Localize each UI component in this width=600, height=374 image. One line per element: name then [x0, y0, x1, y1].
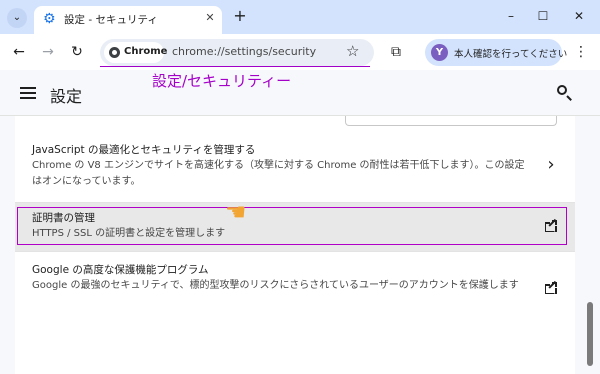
annotation-caption: 設定/セキュリティー [152, 72, 292, 90]
menu-icon[interactable] [20, 86, 36, 100]
settings-header: 設定 [0, 70, 600, 116]
chip-label: Chrome [124, 46, 168, 57]
page-title: 設定 [50, 87, 83, 106]
close-tab-icon[interactable]: ✕ [202, 10, 218, 26]
list-item-v8-optimizer[interactable]: JavaScript の最適化とセキュリティを管理する Chrome の V8 … [15, 133, 575, 197]
row-title: JavaScript の最適化とセキュリティを管理する [32, 144, 256, 156]
scrollbar[interactable] [586, 116, 594, 374]
tab-search-button[interactable]: ⌄ [7, 8, 27, 28]
minimize-button[interactable]: – [496, 6, 526, 26]
open-external-icon[interactable] [545, 280, 557, 294]
bookmark-star-icon[interactable]: ☆ [346, 42, 359, 60]
reload-button[interactable]: ↻ [67, 42, 87, 62]
chevron-right-icon[interactable]: › [543, 156, 559, 174]
site-info-chip[interactable]: Chrome [104, 42, 168, 63]
chrome-menu-icon[interactable]: ⋮ [574, 42, 588, 62]
profile-button[interactable]: Y 本人確認を行ってください [425, 39, 567, 66]
tab-strip: ⌄ ⚙ 設定 - セキュリティ ✕ + – ☐ ✕ [0, 0, 600, 34]
annotation-underline [100, 66, 370, 67]
search-icon[interactable] [556, 84, 574, 102]
close-window-button[interactable]: ✕ [564, 6, 594, 26]
profile-label: 本人確認を行ってください [454, 49, 568, 60]
browser-window: ⌄ ⚙ 設定 - セキュリティ ✕ + – ☐ ✕ ← → ↻ Chrome c… [0, 0, 600, 374]
maximize-button[interactable]: ☐ [528, 6, 558, 26]
forward-button[interactable]: → [38, 42, 58, 62]
gear-icon: ⚙ [43, 11, 56, 27]
row-title: Google の高度な保護機能プログラム [32, 264, 209, 276]
extensions-icon[interactable]: ⧉ [387, 43, 405, 61]
avatar: Y [431, 44, 448, 61]
tab-title: 設定 - セキュリティ [64, 14, 158, 26]
list-item-advanced-protection[interactable]: Google の高度な保護機能プログラム Google の最強のセキュリティで、… [15, 252, 575, 312]
pointing-hand-icon: ☛ [225, 198, 247, 226]
browser-toolbar: ← → ↻ Chrome chrome://settings/security … [0, 34, 600, 70]
row-description: Google の最強のセキュリティで、標的型攻撃のリスクにさらされているユーザー… [32, 280, 519, 291]
chrome-icon [109, 47, 120, 58]
new-tab-button[interactable]: + [231, 7, 249, 25]
back-button[interactable]: ← [9, 42, 29, 62]
security-card: JavaScript の最適化とセキュリティを管理する Chrome の V8 … [15, 116, 575, 374]
tab-settings-security[interactable]: ⚙ 設定 - セキュリティ ✕ [34, 6, 222, 34]
annotation-highlight-box [17, 207, 567, 245]
partial-control [345, 116, 557, 126]
row-description: Chrome の V8 エンジンでサイトを高速化する（攻撃に対する Chrome… [32, 160, 525, 187]
address-bar[interactable]: Chrome chrome://settings/security ☆ [100, 39, 374, 66]
scrollbar-thumb[interactable] [587, 302, 593, 366]
url-text[interactable]: chrome://settings/security [172, 45, 316, 58]
